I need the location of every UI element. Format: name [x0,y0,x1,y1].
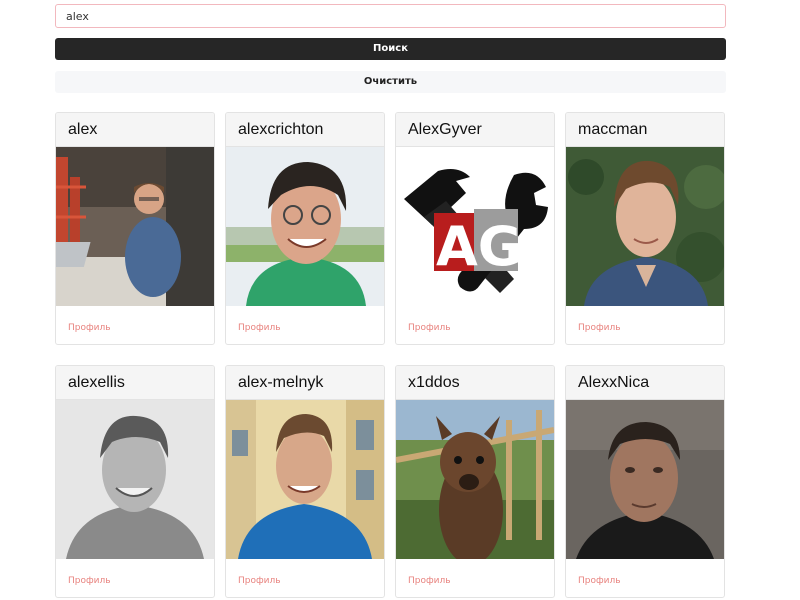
profile-link[interactable]: Профиль [578,323,621,333]
page: Поиск Очистить alex [0,0,800,600]
avatar: AG [396,147,554,306]
user-card: alex-melnyk Профиль [225,365,385,598]
user-name: AlexGyver [396,113,554,147]
user-name: maccman [566,113,724,147]
user-name: alexellis [56,366,214,400]
logo-text: AG [436,215,522,278]
user-card: x1ddos Профиль [395,365,555,598]
user-grid: alex Профиль alexcrichton Профиль AlexGy… [55,112,726,598]
avatar [226,147,384,306]
profile-link[interactable]: Профиль [408,576,451,586]
user-name: alexcrichton [226,113,384,147]
avatar [56,400,214,559]
avatar [396,400,554,559]
profile-link[interactable]: Профиль [68,576,111,586]
avatar [56,147,214,306]
profile-link[interactable]: Профиль [578,576,621,586]
user-name: alex [56,113,214,147]
user-name: AlexxNica [566,366,724,400]
profile-link[interactable]: Профиль [68,323,111,333]
avatar [226,400,384,559]
user-card: AlexxNica Профиль [565,365,725,598]
avatar [566,400,724,559]
clear-button[interactable]: Очистить [55,71,726,93]
user-name: alex-melnyk [226,366,384,400]
user-name: x1ddos [396,366,554,400]
user-card: AlexGyver AG Профиль [395,112,555,345]
profile-link[interactable]: Профиль [408,323,451,333]
user-card: alexellis Профиль [55,365,215,598]
profile-link[interactable]: Профиль [238,576,281,586]
search-input[interactable] [55,4,726,28]
avatar [566,147,724,306]
user-card: alexcrichton Профиль [225,112,385,345]
profile-link[interactable]: Профиль [238,323,281,333]
user-card: alex Профиль [55,112,215,345]
user-card: maccman Профиль [565,112,725,345]
search-button[interactable]: Поиск [55,38,726,60]
